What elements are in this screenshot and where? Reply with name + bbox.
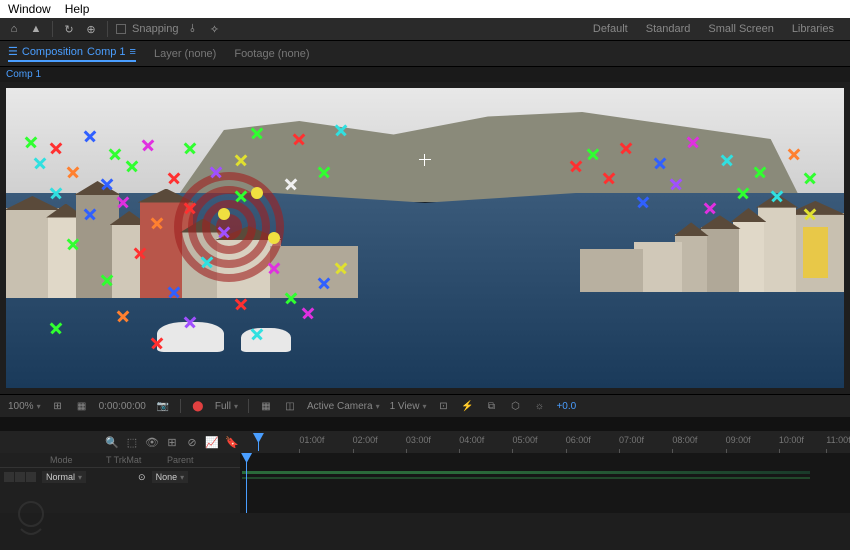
snap-option-icon[interactable]: ⫰ bbox=[185, 21, 201, 37]
workspace-switcher: Default Standard Small Screen Libraries bbox=[593, 23, 844, 35]
grid-icon[interactable]: ▦ bbox=[75, 399, 89, 413]
channel-icon[interactable]: ⬤ bbox=[191, 399, 205, 413]
solo-toggle[interactable] bbox=[15, 472, 25, 482]
watermark bbox=[6, 494, 56, 544]
workspace-default[interactable]: Default bbox=[593, 23, 628, 35]
flowchart-icon[interactable]: ⬡ bbox=[508, 399, 522, 413]
playhead[interactable] bbox=[258, 433, 259, 451]
snapshot-icon[interactable]: 📷 bbox=[156, 399, 170, 413]
comp-breadcrumb[interactable]: Comp 1 bbox=[0, 67, 850, 82]
frame-blend-icon[interactable]: ⊞ bbox=[164, 434, 180, 450]
comp-mini-icon[interactable]: ⬚ bbox=[124, 434, 140, 450]
viewer-controls: 100%▾ ⊞ ▦ 0:00:00:00 📷 ⬤ Full▾ ▦ ◫ Activ… bbox=[0, 394, 850, 417]
composition-viewer[interactable] bbox=[6, 88, 844, 388]
motion-blur-icon[interactable]: ⊘ bbox=[184, 434, 200, 450]
zoom-dropdown[interactable]: 100%▾ bbox=[8, 401, 41, 412]
selection-tool-icon[interactable]: ▲ bbox=[28, 21, 44, 37]
snapping-label: Snapping bbox=[132, 23, 179, 35]
layer-row[interactable]: Normal▾ ⊙ None▾ bbox=[0, 468, 240, 486]
home-icon[interactable]: ⌂ bbox=[6, 21, 22, 37]
tag-icon[interactable]: 🔖 bbox=[224, 434, 240, 450]
lock-toggle[interactable] bbox=[26, 472, 36, 482]
rotate-tool-icon[interactable]: ↻ bbox=[61, 21, 77, 37]
parent-dropdown[interactable]: None▾ bbox=[152, 471, 189, 483]
tab-footage[interactable]: Footage (none) bbox=[234, 45, 309, 62]
workspace-small-screen[interactable]: Small Screen bbox=[708, 23, 773, 35]
menu-bar: Window Help bbox=[0, 0, 850, 18]
col-parent: Parent bbox=[167, 455, 194, 465]
parent-pickwhip-icon[interactable]: ⊙ bbox=[138, 472, 146, 483]
panel-tabs: ☰ Composition Comp 1 ≡ Layer (none) Foot… bbox=[0, 41, 850, 67]
resolution-dropdown[interactable]: Full▾ bbox=[215, 401, 238, 412]
workspace-standard[interactable]: Standard bbox=[646, 23, 691, 35]
timeline-body: Mode T TrkMat Parent Normal▾ ⊙ None▾ bbox=[0, 453, 850, 513]
col-trkmat: T TrkMat bbox=[106, 455, 161, 465]
search-icon[interactable]: 🔍 bbox=[104, 434, 120, 450]
camera-dropdown[interactable]: Active Camera▾ bbox=[307, 401, 380, 412]
video-frame bbox=[6, 88, 844, 388]
timecode-display[interactable]: 0:00:00:00 bbox=[99, 401, 146, 412]
exposure-reset-icon[interactable]: ☼ bbox=[532, 399, 546, 413]
layer-bar[interactable] bbox=[242, 471, 810, 474]
track-area[interactable] bbox=[240, 453, 850, 513]
blend-mode-dropdown[interactable]: Normal▾ bbox=[42, 471, 86, 483]
tab-layer[interactable]: Layer (none) bbox=[154, 45, 216, 62]
menu-help[interactable]: Help bbox=[65, 2, 90, 16]
menu-window[interactable]: Window bbox=[8, 2, 51, 16]
camera-tool-icon[interactable]: ⊕ bbox=[83, 21, 99, 37]
tab-menu-icon[interactable]: ≡ bbox=[130, 46, 136, 58]
col-mode: Mode bbox=[50, 455, 100, 465]
mask-icon[interactable]: ◫ bbox=[283, 399, 297, 413]
hamburger-icon: ☰ bbox=[8, 45, 18, 58]
tool-bar: ⌂ ▲ ↻ ⊕ Snapping ⫰ ✧ Default Standard Sm… bbox=[0, 18, 850, 41]
timeline-icon[interactable]: ⧉ bbox=[484, 399, 498, 413]
snapping-checkbox[interactable] bbox=[116, 24, 126, 34]
shy-icon[interactable]: 👁 bbox=[144, 434, 160, 450]
views-dropdown[interactable]: 1 View▾ bbox=[390, 401, 427, 412]
graph-editor-icon[interactable]: 📈 bbox=[204, 434, 220, 450]
tab-composition[interactable]: ☰ Composition Comp 1 ≡ bbox=[8, 45, 136, 62]
pixel-aspect-icon[interactable]: ⊡ bbox=[436, 399, 450, 413]
time-ruler[interactable]: 01:00f 02:00f 03:00f 04:00f 05:00f 06:00… bbox=[252, 433, 844, 451]
timeline-header: 🔍 ⬚ 👁 ⊞ ⊘ 📈 🔖 01:00f 02:00f 03:00f 04:00… bbox=[0, 431, 850, 453]
fx-toggle[interactable] bbox=[4, 472, 14, 482]
anchor-point-icon[interactable] bbox=[419, 154, 431, 166]
exposure-value[interactable]: +0.0 bbox=[556, 401, 576, 412]
workspace-libraries[interactable]: Libraries bbox=[792, 23, 834, 35]
fast-preview-icon[interactable]: ⚡ bbox=[460, 399, 474, 413]
transparency-grid-icon[interactable]: ▦ bbox=[259, 399, 273, 413]
snap-option2-icon[interactable]: ✧ bbox=[207, 21, 223, 37]
resolution-icon[interactable]: ⊞ bbox=[51, 399, 65, 413]
